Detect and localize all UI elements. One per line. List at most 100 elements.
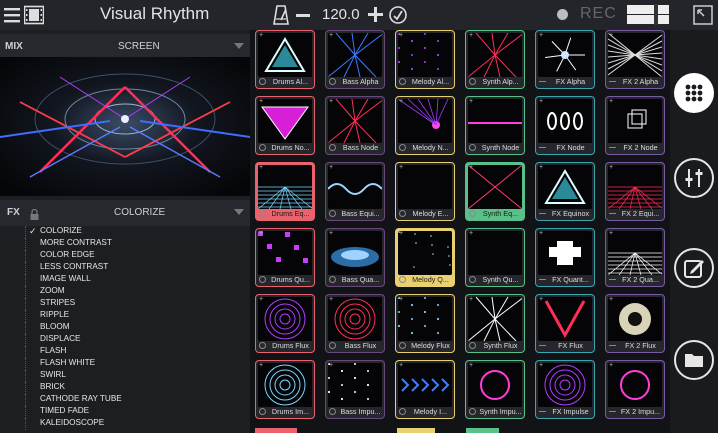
clip-synth-alpha[interactable]: + Synth Alp... [465,30,525,89]
add-icon[interactable]: + [609,296,613,303]
fx-item[interactable]: LESS CONTRAST [25,262,108,274]
add-icon[interactable]: + [539,296,543,303]
folder-button[interactable] [674,340,714,380]
clip-fx2-impulse[interactable]: + FX 2 Impu... [605,360,665,419]
fx-item[interactable]: MORE CONTRAST [25,238,112,250]
clip-drums-flux[interactable]: + Drums Flux [255,294,315,353]
clip-drums-node[interactable]: + Drums No... [255,96,315,155]
fx-item[interactable]: ✓ COLORIZE [25,226,82,238]
add-icon[interactable]: + [469,296,473,303]
clip-synth-quantum[interactable]: + Synth Qu... [465,228,525,287]
menu-icon[interactable] [4,7,20,23]
clip-fx2-flux[interactable]: + FX 2 Flux [605,294,665,353]
add-icon[interactable]: + [539,32,543,39]
fx-item[interactable]: SWIRL [25,370,66,382]
add-icon[interactable]: + [609,230,613,237]
clip-drums-equinox[interactable]: + Drums Eq... [255,162,315,221]
record-label[interactable]: REC [580,5,617,23]
fx-item[interactable]: TIMED FADE [25,406,89,418]
fx-item[interactable]: IMAGE WALL [25,274,91,286]
add-icon[interactable]: + [539,98,543,105]
clip-fx-alpha[interactable]: + FX Alpha [535,30,595,89]
clip-fx-node[interactable]: + FX Node [535,96,595,155]
clip-melody-impulse[interactable]: + Melody I... [395,360,455,419]
add-icon[interactable]: + [329,98,333,105]
edit-button[interactable] [674,248,714,288]
clip-fx2-alpha[interactable]: + FX 2 Alpha [605,30,665,89]
clip-melody-equinox[interactable]: + Melody E... [395,162,455,221]
add-icon[interactable]: + [399,230,403,237]
add-icon[interactable]: + [539,362,543,369]
add-icon[interactable]: + [399,362,403,369]
clip-fx2-equinox[interactable]: + FX 2 Equi... [605,162,665,221]
add-icon[interactable]: + [399,296,403,303]
film-icon[interactable] [23,5,45,25]
clip-melody-alpha[interactable]: + Melody Al... [395,30,455,89]
bpm-increase-button[interactable] [368,7,383,22]
bpm-decrease-button[interactable] [296,14,310,17]
fx-item[interactable]: ZOOM [25,286,65,298]
mix-mode-select[interactable]: SCREEN [118,41,160,52]
fx-item[interactable]: COLOR EDGE [25,250,95,262]
fx-select[interactable]: COLORIZE [114,207,165,218]
add-icon[interactable]: + [329,296,333,303]
clip-fx2-quantum[interactable]: + FX 2 Qua... [605,228,665,287]
add-icon[interactable]: + [259,230,263,237]
grid-view-button[interactable] [674,73,714,113]
add-icon[interactable]: + [469,32,473,39]
add-icon[interactable]: + [259,362,263,369]
fx-item[interactable]: BLOOM [25,322,70,334]
metronome-icon[interactable] [273,5,289,25]
add-icon[interactable]: + [329,362,333,369]
clip-bass-alpha[interactable]: + Bass Alpha [325,30,385,89]
fx-item[interactable]: FLASH WHITE [25,358,95,370]
add-icon[interactable]: + [259,296,263,303]
clip-melody-flux[interactable]: + Melody Flux [395,294,455,353]
tap-tempo-icon[interactable] [388,5,408,25]
add-icon[interactable]: + [469,230,473,237]
clip-synth-flux[interactable]: + Synth Flux [465,294,525,353]
add-icon[interactable]: + [329,164,333,171]
clip-drums-alpha[interactable]: + Drums Al... [255,30,315,89]
clip-bass-impulse[interactable]: + Bass Impu... [325,360,385,419]
add-icon[interactable]: + [469,362,473,369]
clip-drums-quantum[interactable]: + Drums Qu... [255,228,315,287]
clip-bass-quantum[interactable]: + Bass Qua... [325,228,385,287]
clip-fx-quantum[interactable]: + FX Quant... [535,228,595,287]
add-icon[interactable]: + [329,32,333,39]
clip-fx2-node[interactable]: + FX 2 Node [605,96,665,155]
add-icon[interactable]: + [399,164,403,171]
fx-item[interactable]: STRIPES [25,298,75,310]
fx-item[interactable]: FLASH [25,346,66,358]
add-icon[interactable]: + [609,98,613,105]
clip-drums-impulse[interactable]: + Drums Im... [255,360,315,419]
add-icon[interactable]: + [259,32,263,39]
mixer-button[interactable] [674,158,714,198]
clip-fx-flux[interactable]: + FX Flux [535,294,595,353]
fx-item[interactable]: DISPLACE [25,334,81,346]
lock-icon[interactable] [30,207,39,220]
clip-synth-equinox[interactable]: + Synth Eq... [465,162,525,221]
clip-fx-equinox[interactable]: + FX Equinox [535,162,595,221]
add-icon[interactable]: + [609,164,613,171]
add-icon[interactable]: + [259,164,263,171]
clip-synth-impulse[interactable]: + Synth Impu... [465,360,525,419]
fx-item[interactable]: BRICK [25,382,65,394]
chevron-down-icon[interactable] [234,43,244,49]
add-icon[interactable]: + [609,32,613,39]
add-icon[interactable]: + [259,98,263,105]
clip-melody-node[interactable]: + Melody N... [395,96,455,155]
chevron-down-icon[interactable] [234,209,244,215]
clip-fx-impulse[interactable]: + FX Impulse [535,360,595,419]
clip-bass-equinox[interactable]: + Bass Equi... [325,162,385,221]
fx-item[interactable]: RIPPLE [25,310,69,322]
fullscreen-icon[interactable] [693,5,713,25]
clip-melody-quantum[interactable]: + Melody Q... [395,228,455,287]
clip-bass-node[interactable]: + Bass Node [325,96,385,155]
add-icon[interactable]: + [469,98,473,105]
clip-synth-node[interactable]: + Synth Node [465,96,525,155]
add-icon[interactable]: + [609,362,613,369]
fx-item[interactable]: CATHODE RAY TUBE [25,394,122,406]
add-icon[interactable]: + [539,230,543,237]
record-dot-icon[interactable] [557,9,568,20]
